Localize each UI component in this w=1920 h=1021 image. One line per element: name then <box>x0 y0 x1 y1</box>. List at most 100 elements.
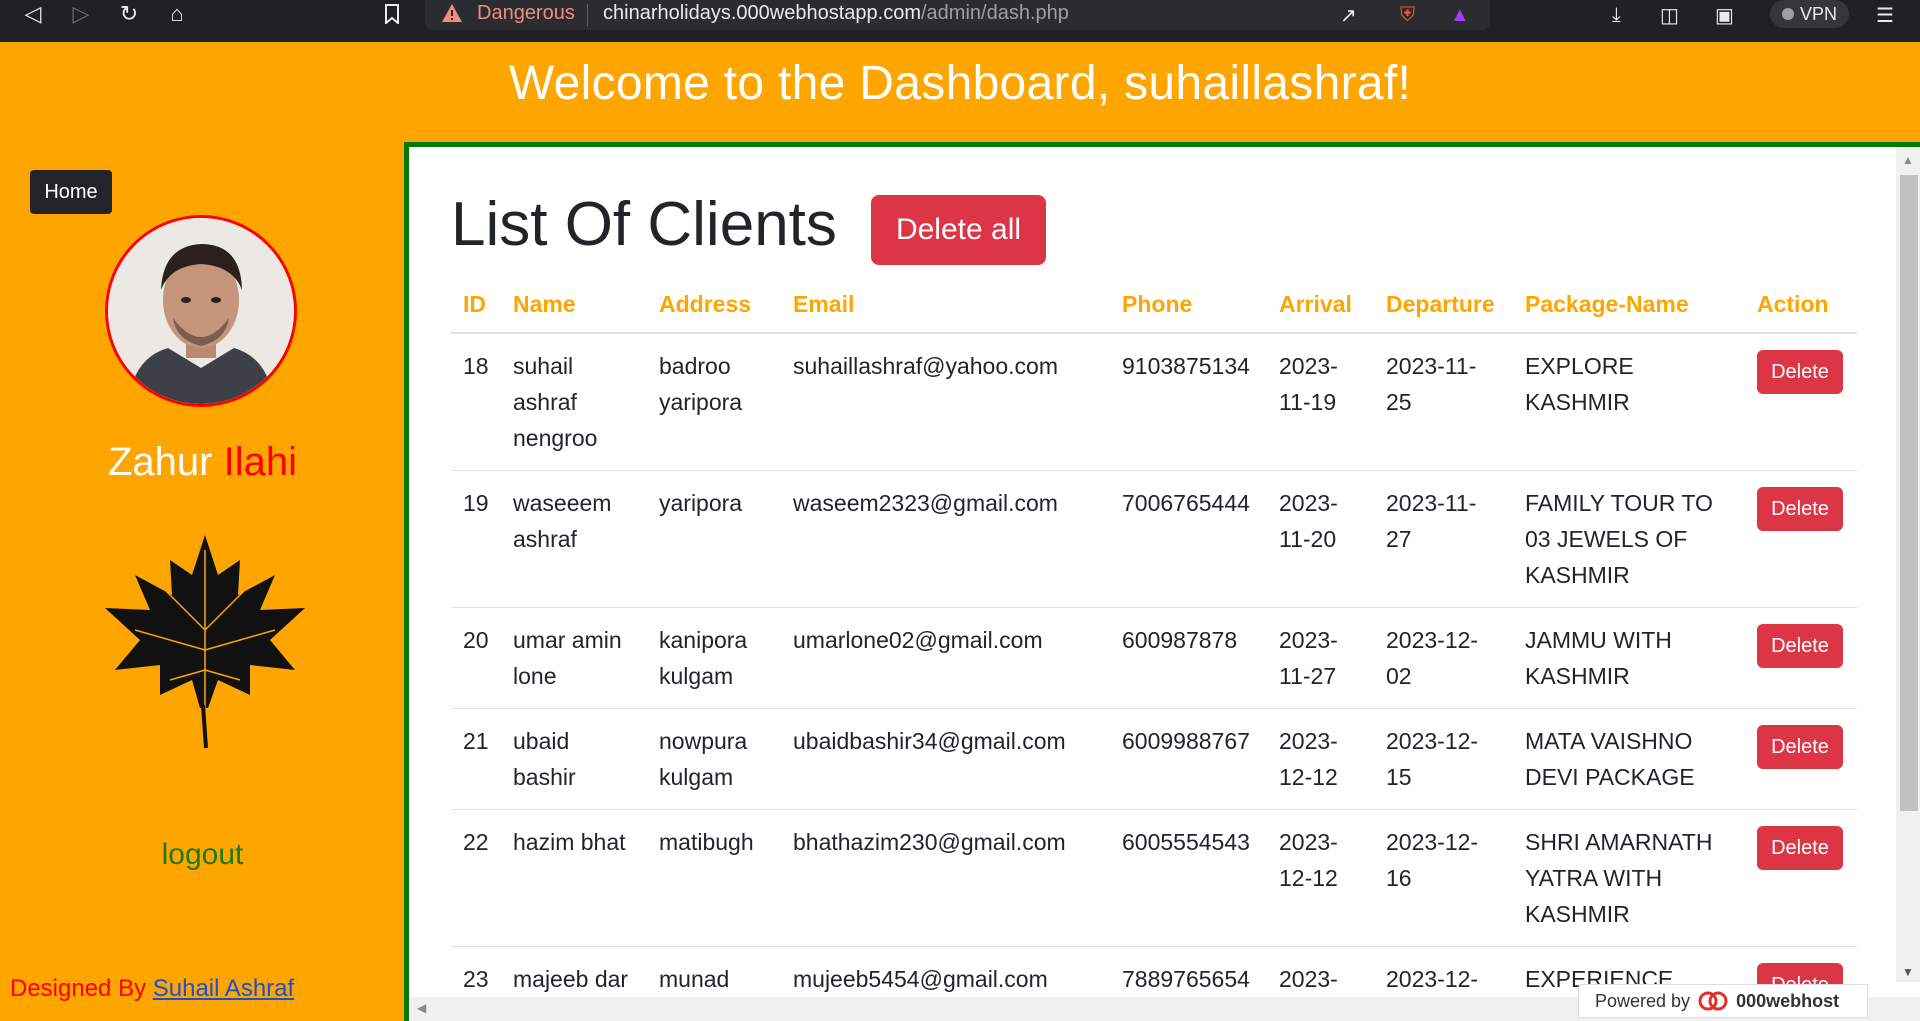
vertical-scrollbar[interactable]: ▲ ▼ <box>1896 147 1920 982</box>
cell-arrival: 2023-11-19 <box>1267 333 1374 471</box>
delete-button[interactable]: Delete <box>1757 624 1843 668</box>
powered-by-text: Powered by <box>1595 990 1691 1011</box>
cell-name: ubaid bashir <box>501 708 647 810</box>
cell-address: kanipora kulgam <box>647 607 781 709</box>
designer-link[interactable]: Suhail Ashraf <box>153 975 294 1002</box>
cell-address: badroo yaripora <box>647 333 781 471</box>
cell-action: Delete <box>1745 333 1857 471</box>
security-label: Dangerous <box>477 2 575 24</box>
cell-id: 22 <box>451 809 501 947</box>
cell-email: umarlone02@gmail.com <box>781 607 1110 709</box>
cell-email: waseem2323@gmail.com <box>781 470 1110 608</box>
scroll-up-icon[interactable]: ▲ <box>1902 153 1914 167</box>
brave-rewards-icon[interactable]: ▲ <box>1450 2 1470 28</box>
wallet-icon[interactable]: ▣ <box>1715 2 1734 28</box>
browser-toolbar: ◁ ▷ ↻ ⌂ Dangerous chinarholidays.000webh… <box>0 0 1920 42</box>
section-title: List Of Clients <box>451 190 837 259</box>
cell-address: yaripora <box>647 470 781 608</box>
cell-package: SHRI AMARNATH YATRA WITH KASHMIR <box>1513 809 1745 947</box>
user-name: Zahur Ilahi <box>107 440 297 484</box>
column-header: Email <box>781 277 1110 334</box>
home-icon[interactable]: ⌂ <box>162 0 192 28</box>
chinar-leaf-icon <box>105 535 305 749</box>
table-row: 18 suhail ashraf nengroo badroo yaripora… <box>451 333 1857 471</box>
cell-departure: 2023-12-16 <box>1374 809 1513 947</box>
column-header: Package-Name <box>1513 277 1745 334</box>
table-row: 20 umar amin lone kanipora kulgam umarlo… <box>451 607 1857 709</box>
delete-button[interactable]: Delete <box>1757 826 1843 870</box>
cell-id: 19 <box>451 470 501 608</box>
cell-id: 20 <box>451 607 501 709</box>
scroll-down-icon[interactable]: ▼ <box>1902 965 1914 979</box>
cell-arrival: 2023-12-12 <box>1267 708 1374 810</box>
share-icon[interactable]: ↗ <box>1340 2 1357 28</box>
cell-phone: 9103875134 <box>1110 333 1267 471</box>
page-header: Welcome to the Dashboard, suhaillashraf! <box>0 42 1920 142</box>
address-divider <box>587 4 588 26</box>
cell-name: hazim bhat <box>501 809 647 947</box>
home-button[interactable]: Home <box>30 170 112 214</box>
delete-all-button[interactable]: Delete all <box>871 195 1046 265</box>
cell-action: Delete <box>1745 708 1857 810</box>
cell-package: EXPLORE KASHMIR <box>1513 333 1745 471</box>
scrollbar-thumb[interactable] <box>1900 175 1918 811</box>
vpn-label: VPN <box>1800 3 1838 24</box>
delete-button[interactable]: Delete <box>1757 487 1843 531</box>
vpn-button[interactable]: VPN <box>1770 0 1850 28</box>
webhost-logo-icon <box>1698 991 1728 1011</box>
column-header: Arrival <box>1267 277 1374 334</box>
cell-departure: 2023-12-02 <box>1374 607 1513 709</box>
cell-id: 18 <box>451 333 501 471</box>
table-row: 19 waseeem ashraf yaripora waseem2323@gm… <box>451 470 1857 608</box>
column-header: Action <box>1745 277 1857 334</box>
cell-departure: 2023-11-27 <box>1374 470 1513 608</box>
webhost-brand: 000webhost <box>1736 990 1840 1011</box>
clients-table: ID Name Address Email Phone Arrival Depa… <box>451 277 1857 1021</box>
address-bar[interactable]: Dangerous chinarholidays.000webhostapp.c… <box>425 0 1490 30</box>
cell-phone: 600987878 <box>1110 607 1267 709</box>
back-icon[interactable]: ◁ <box>18 0 48 28</box>
warning-icon <box>442 4 462 22</box>
download-icon[interactable]: ⤓ <box>1612 2 1621 28</box>
designed-by: Designed By Suhail Ashraf <box>10 975 295 1002</box>
table-row: 22 hazim bhat matibugh bhathazim230@gmai… <box>451 809 1857 947</box>
cell-name: umar amin lone <box>501 607 647 709</box>
column-header: ID <box>451 277 501 334</box>
cell-id: 21 <box>451 708 501 810</box>
cell-phone: 6005554543 <box>1110 809 1267 947</box>
cell-arrival: 2023-11-20 <box>1267 470 1374 608</box>
powered-by-badge[interactable]: Powered by 000webhost <box>1578 984 1868 1018</box>
bookmark-icon[interactable] <box>378 0 406 28</box>
cell-phone: 7006765444 <box>1110 470 1267 608</box>
cell-phone: 6009988767 <box>1110 708 1267 810</box>
forward-icon[interactable]: ▷ <box>66 0 96 28</box>
column-header: Address <box>647 277 781 334</box>
cell-action: Delete <box>1745 607 1857 709</box>
cell-package: MATA VAISHNO DEVI PACKAGE <box>1513 708 1745 810</box>
delete-button[interactable]: Delete <box>1757 350 1843 394</box>
avatar <box>105 215 297 407</box>
page-title: Welcome to the Dashboard, suhaillashraf! <box>508 57 1412 110</box>
clients-panel: List Of Clients Delete all ID Name Addre… <box>404 142 1920 1021</box>
column-header: Name <box>501 277 647 334</box>
reload-icon[interactable]: ↻ <box>114 0 144 28</box>
sidebar-toggle-icon[interactable]: ◫ <box>1660 2 1679 28</box>
cell-departure: 2023-12-15 <box>1374 708 1513 810</box>
delete-button[interactable]: Delete <box>1757 725 1843 769</box>
cell-address: nowpura kulgam <box>647 708 781 810</box>
cell-package: FAMILY TOUR TO 03 JEWELS OF KASHMIR <box>1513 470 1745 608</box>
cell-departure: 2023-11-25 <box>1374 333 1513 471</box>
cell-address: matibugh <box>647 809 781 947</box>
scroll-left-icon[interactable]: ◀ <box>417 1001 426 1015</box>
brave-shield-icon[interactable]: ⛨ <box>1400 2 1415 28</box>
vpn-status-icon <box>1782 8 1794 20</box>
cell-name: suhail ashraf nengroo <box>501 333 647 471</box>
cell-email: ubaidbashir34@gmail.com <box>781 708 1110 810</box>
cell-arrival: 2023-12-12 <box>1267 809 1374 947</box>
logout-link[interactable]: logout <box>0 838 405 872</box>
cell-arrival: 2023-11-27 <box>1267 607 1374 709</box>
url-text: chinarholidays.000webhostapp.com/admin/d… <box>603 2 1069 24</box>
table-row: 21 ubaid bashir nowpura kulgam ubaidbash… <box>451 708 1857 810</box>
menu-icon[interactable]: ☰ <box>1876 2 1894 28</box>
table-header-row: ID Name Address Email Phone Arrival Depa… <box>451 277 1857 334</box>
